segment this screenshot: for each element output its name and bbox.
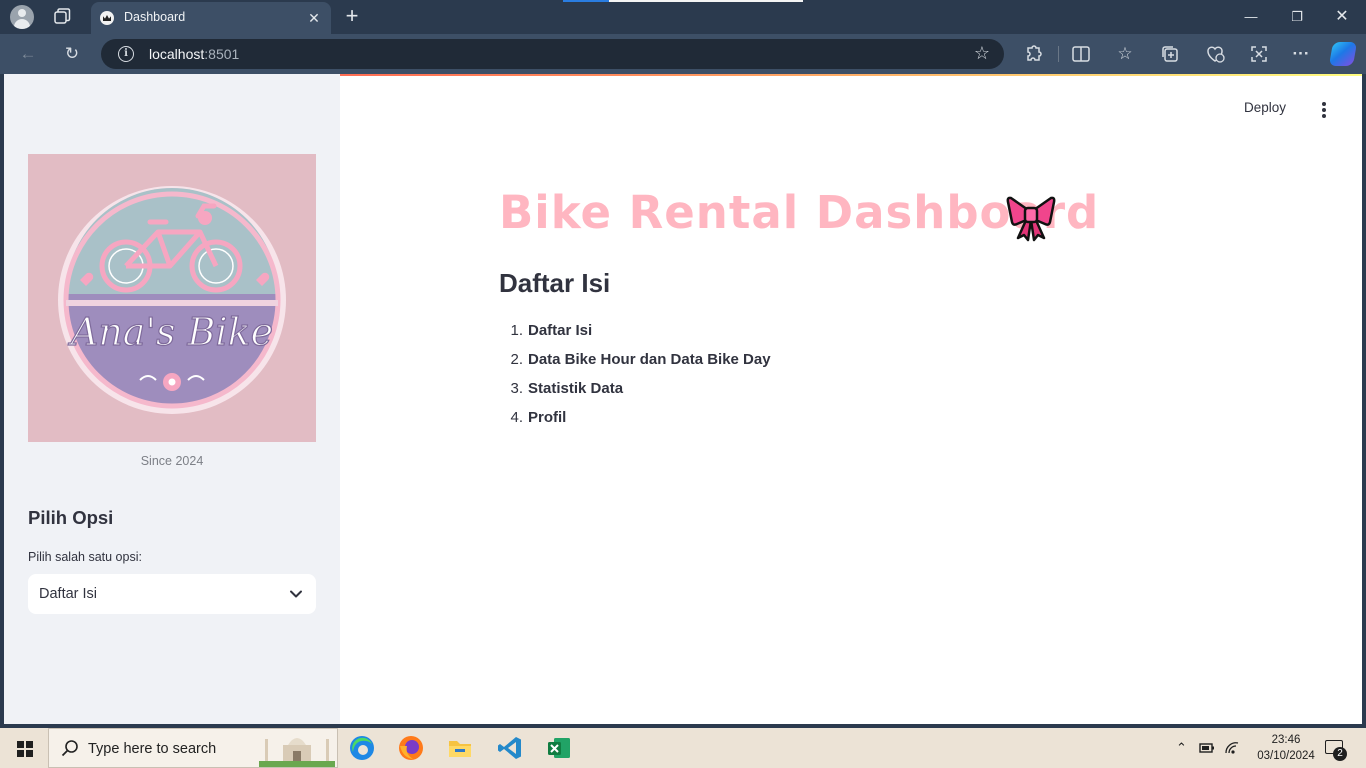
streamlit-crown-favicon: [100, 11, 114, 25]
chevron-up-icon[interactable]: ⌃: [1176, 740, 1187, 756]
toolbar-divider: [1058, 46, 1059, 62]
anas-bike-logo: Ana's Bike: [28, 154, 316, 442]
ribbon-bow-emoji: [1006, 196, 1056, 242]
refresh-icon[interactable]: ↻: [60, 42, 84, 66]
toc-item: 2. Data Bike Hour dan Data Bike Day: [499, 351, 771, 380]
excel-icon[interactable]: [545, 734, 573, 762]
browser-tab-bar: Dashboard ✕ + — ❐ ✕: [0, 0, 1366, 34]
toc-number: 3.: [510, 380, 523, 397]
back-arrow-icon[interactable]: ←: [16, 42, 40, 66]
section-heading: Daftar Isi: [499, 268, 611, 298]
profile-avatar-icon[interactable]: [10, 5, 34, 29]
search-icon: [61, 740, 78, 757]
favorites-icon[interactable]: ☆: [1113, 42, 1137, 66]
browser-toolbar: ← ↻ i localhost:8501 ☆ ☆ ···: [0, 34, 1366, 74]
toc-item: 1. Daftar Isi: [499, 322, 771, 351]
restore-icon[interactable]: ❐: [1285, 6, 1309, 28]
browser-essentials-icon[interactable]: [1203, 42, 1227, 66]
split-screen-icon[interactable]: [1069, 42, 1093, 66]
sidebar: Ana's Bike Since 2024 Pilih Opsi Pilih s…: [4, 74, 340, 724]
minimize-icon[interactable]: —: [1239, 6, 1263, 28]
toc-item: 4. Profil: [499, 409, 771, 438]
clock-date: 03/10/2024: [1257, 750, 1315, 762]
vscode-icon[interactable]: [496, 734, 524, 762]
edge-icon[interactable]: [348, 734, 376, 762]
toc-item: 3. Statistik Data: [499, 380, 771, 409]
toc-label: Statistik Data: [528, 380, 624, 397]
clock-time: 23:46: [1271, 734, 1301, 746]
toc-number: 1.: [510, 322, 523, 339]
windows-taskbar: Type here to search ⌃ 23:46 03/10/2024 2: [0, 728, 1366, 768]
collections-icon[interactable]: [1158, 42, 1182, 66]
logo-text: Ana's Bike: [68, 310, 273, 354]
option-select[interactable]: Daftar Isi: [28, 574, 316, 614]
more-icon[interactable]: ···: [1289, 42, 1313, 66]
address-url: localhost:8501: [149, 46, 239, 62]
sidebar-heading: Pilih Opsi: [28, 507, 114, 528]
info-icon[interactable]: i: [118, 46, 134, 62]
plus-icon[interactable]: +: [341, 5, 363, 27]
address-bar[interactable]: i localhost:8501 ☆: [101, 39, 1004, 69]
firefox-icon[interactable]: [397, 734, 425, 762]
search-placeholder: Type here to search: [88, 741, 217, 757]
logo-caption: Since 2024: [140, 454, 204, 468]
app-page: Ana's Bike Since 2024 Pilih Opsi Pilih s…: [4, 74, 1362, 724]
taskbar-search-box[interactable]: Type here to search: [48, 728, 338, 768]
browser-tab-dashboard[interactable]: Dashboard ✕: [91, 2, 331, 34]
deploy-button[interactable]: Deploy: [1244, 100, 1286, 115]
chevron-down-icon: [290, 590, 302, 598]
taj-mahal-search-highlight-icon: [259, 738, 335, 767]
windows-start-icon[interactable]: [17, 741, 33, 757]
toc-label: Data Bike Hour dan Data Bike Day: [528, 351, 771, 368]
toc-number: 2.: [510, 351, 523, 368]
main-menu-icon[interactable]: [1314, 100, 1334, 120]
toc-label: Daftar Isi: [528, 322, 593, 339]
notification-count-badge: 2: [1333, 747, 1347, 761]
close-icon[interactable]: ✕: [305, 9, 323, 27]
extensions-icon[interactable]: [1021, 42, 1045, 66]
close-window-icon[interactable]: ✕: [1330, 6, 1354, 28]
network-icon[interactable]: [1224, 741, 1240, 755]
tab-title: Dashboard: [124, 10, 186, 24]
star-icon[interactable]: ☆: [974, 43, 990, 64]
table-of-contents: 1. Daftar Isi 2. Data Bike Hour dan Data B…: [499, 322, 771, 438]
workspaces-icon[interactable]: [52, 7, 72, 27]
toc-number: 4.: [510, 409, 523, 426]
select-value: Daftar Isi: [39, 586, 98, 602]
address-host: localhost: [149, 46, 205, 62]
system-clock[interactable]: 23:46 03/10/2024: [1251, 732, 1321, 764]
copilot-icon[interactable]: [1328, 42, 1358, 66]
select-label: Pilih salah satu opsi:: [28, 550, 142, 564]
address-port: :8501: [204, 46, 240, 62]
battery-icon[interactable]: [1199, 741, 1215, 755]
screenshot-icon[interactable]: [1247, 42, 1271, 66]
toc-label: Profil: [528, 409, 567, 426]
window-title-strip: [563, 0, 803, 2]
file-explorer-icon[interactable]: [446, 734, 474, 762]
